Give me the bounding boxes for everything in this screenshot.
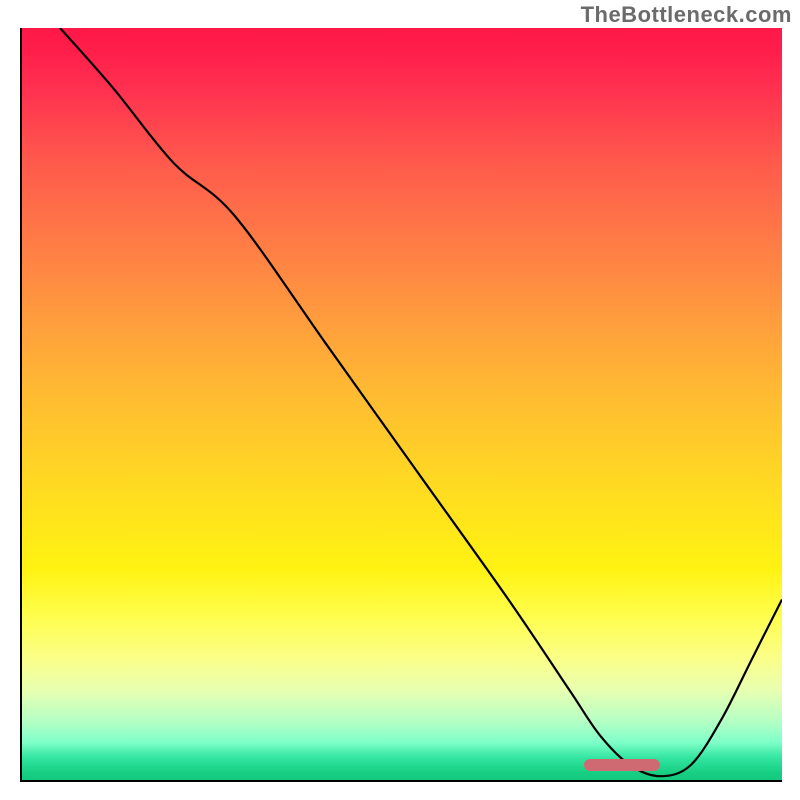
plot-area: [20, 28, 782, 782]
chart-canvas: TheBottleneck.com: [0, 0, 800, 800]
optimal-band-marker: [584, 759, 660, 771]
curve-layer: [22, 28, 782, 780]
bottleneck-curve-path: [60, 28, 782, 776]
watermark-text: TheBottleneck.com: [581, 2, 792, 28]
